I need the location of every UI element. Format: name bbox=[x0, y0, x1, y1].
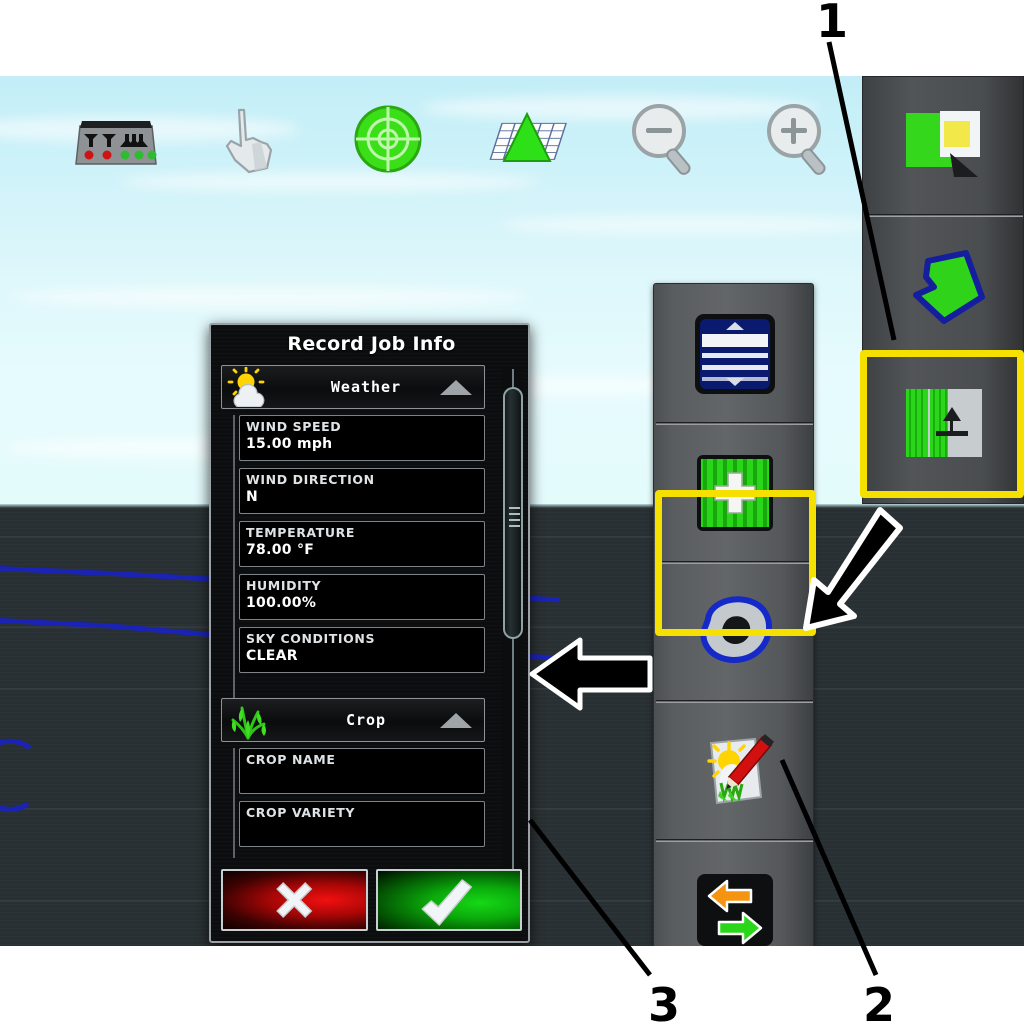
right-panel-item-split-screen-view[interactable] bbox=[865, 355, 1023, 490]
toolbar-item-sections-status[interactable] bbox=[68, 98, 164, 180]
field-value: N bbox=[246, 489, 259, 505]
field-value: 15.00 mph bbox=[246, 436, 333, 452]
field-value: CLEAR bbox=[246, 648, 298, 664]
field-label: HUMIDITY bbox=[246, 578, 322, 593]
callout-number-2: 2 bbox=[863, 978, 896, 1029]
callout-number-3: 3 bbox=[648, 978, 681, 1029]
center-toolbar-item-guidance-lines[interactable] bbox=[656, 286, 813, 422]
caret-up-icon[interactable] bbox=[440, 380, 472, 395]
center-toolbar-item-add-coverage[interactable] bbox=[656, 425, 813, 561]
group-bracket bbox=[233, 415, 235, 701]
dialog-title: Record Job Info bbox=[287, 333, 456, 355]
cancel-button[interactable] bbox=[221, 869, 368, 931]
toolbar-item-perspective-view[interactable] bbox=[480, 98, 576, 180]
record-job-info-dialog: Record Job Info Weather WIND SPEED 15.00… bbox=[209, 323, 530, 943]
implement-sections-icon bbox=[75, 121, 157, 165]
field-label: TEMPERATURE bbox=[246, 525, 355, 540]
green-field-polygon-icon bbox=[913, 249, 985, 324]
caret-up-icon[interactable] bbox=[440, 713, 472, 728]
center-toolbar-item-swap-transfer[interactable] bbox=[656, 842, 813, 946]
field-crop-name[interactable]: CROP NAME bbox=[239, 748, 485, 794]
field-label: CROP VARIETY bbox=[246, 805, 356, 820]
toolbar-item-pointer[interactable] bbox=[205, 98, 301, 180]
weather-notepad-pencil-icon bbox=[706, 734, 774, 805]
field-humidity[interactable]: HUMIDITY 100.00% bbox=[239, 574, 485, 620]
dialog-scrollbar-track[interactable] bbox=[502, 369, 524, 889]
field-wind-speed[interactable]: WIND SPEED 15.00 mph bbox=[239, 415, 485, 461]
grid-perspective-icon bbox=[489, 111, 567, 162]
hand-pointer-icon bbox=[225, 108, 273, 174]
toolbar-item-zoom-in[interactable] bbox=[750, 98, 846, 180]
field-sky-conditions[interactable]: SKY CONDITIONS CLEAR bbox=[239, 627, 485, 673]
screenshot-root: Record Job Info Weather WIND SPEED 15.00… bbox=[0, 0, 1024, 1029]
toolbar-item-zoom-out[interactable] bbox=[615, 98, 711, 180]
crop-fields-group: CROP NAME CROP VARIETY bbox=[221, 748, 493, 858]
accept-button[interactable] bbox=[375, 869, 522, 931]
right-panel-item-field-boundary[interactable] bbox=[865, 217, 1023, 352]
application-window: Record Job Info Weather WIND SPEED 15.00… bbox=[0, 76, 1024, 946]
center-toolbar-item-record-job-info[interactable] bbox=[656, 703, 813, 839]
field-crop-variety[interactable]: CROP VARIETY bbox=[239, 801, 485, 847]
right-panel-item-coverage-map[interactable] bbox=[865, 79, 1023, 214]
magnifier-plus-icon bbox=[767, 104, 826, 175]
toolbar-item-gps-target[interactable] bbox=[340, 98, 436, 180]
group-bracket bbox=[233, 748, 235, 858]
field-wind-direction[interactable]: WIND DIRECTION N bbox=[239, 468, 485, 514]
field-value: 100.00% bbox=[246, 595, 317, 611]
green-plus-field-icon bbox=[696, 455, 773, 531]
section-header-weather[interactable]: Weather bbox=[221, 365, 485, 409]
green-plant-icon bbox=[226, 700, 274, 740]
blue-blob-boundary-icon bbox=[699, 596, 772, 663]
center-toolbar-item-boundary-region[interactable] bbox=[656, 564, 813, 700]
orange-green-swap-arrows-icon bbox=[696, 874, 773, 946]
check-mark-icon bbox=[421, 879, 472, 926]
green-coverage-map-icon bbox=[906, 110, 980, 177]
dialog-scroll-content: Weather WIND SPEED 15.00 mph WIND DIRECT… bbox=[221, 365, 493, 895]
field-label: SKY CONDITIONS bbox=[246, 631, 376, 646]
x-mark-icon bbox=[276, 881, 313, 919]
dialog-scrollbar-thumb[interactable] bbox=[503, 387, 523, 639]
field-value: 78.00 °F bbox=[246, 542, 315, 558]
magnifier-minus-icon bbox=[632, 104, 691, 175]
field-label: WIND DIRECTION bbox=[246, 472, 375, 487]
field-label: CROP NAME bbox=[246, 752, 336, 767]
dialog-button-bar bbox=[221, 869, 522, 931]
field-temperature[interactable]: TEMPERATURE 78.00 °F bbox=[239, 521, 485, 567]
field-label: WIND SPEED bbox=[246, 419, 342, 434]
callout-number-1: 1 bbox=[816, 0, 849, 48]
split-screen-vehicle-icon bbox=[906, 388, 982, 457]
blue-striped-lines-icon bbox=[694, 314, 775, 394]
sun-cloud-icon bbox=[226, 366, 274, 408]
weather-fields-group: WIND SPEED 15.00 mph WIND DIRECTION N TE… bbox=[221, 415, 493, 701]
center-toolbar bbox=[653, 283, 814, 946]
gps-target-icon bbox=[354, 105, 422, 173]
section-header-crop[interactable]: Crop bbox=[221, 698, 485, 742]
right-panel bbox=[862, 76, 1024, 504]
